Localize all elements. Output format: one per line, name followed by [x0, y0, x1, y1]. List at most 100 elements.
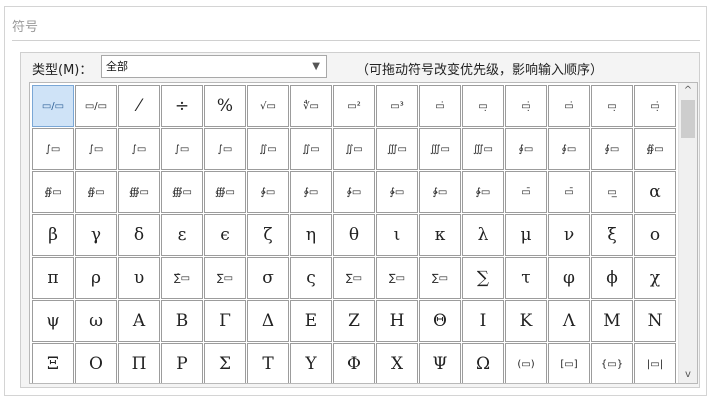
symbol-cell[interactable]: ∲▭ — [247, 171, 289, 213]
symbol-cell[interactable]: ∮▭ — [548, 128, 590, 170]
symbol-cell[interactable]: Κ — [505, 300, 547, 342]
symbol-cell[interactable]: ∰▭ — [161, 171, 203, 213]
symbol-cell[interactable]: ▭̣ — [462, 85, 504, 127]
symbol-cell[interactable]: ∫▭ — [32, 128, 74, 170]
symbol-cell[interactable]: π — [32, 257, 74, 299]
scroll-thumb[interactable] — [681, 100, 695, 138]
symbol-cell[interactable]: ϵ — [204, 214, 246, 256]
symbol-cell[interactable]: ▭̣̇ — [505, 85, 547, 127]
symbol-cell[interactable]: θ — [333, 214, 375, 256]
symbol-cell[interactable]: ▭̲ — [591, 171, 633, 213]
symbol-cell[interactable]: ϕ — [591, 257, 633, 299]
symbol-cell[interactable]: ⁄ — [118, 85, 160, 127]
symbol-cell[interactable]: ∮▭ — [505, 128, 547, 170]
symbol-cell[interactable]: ο — [634, 214, 676, 256]
symbol-cell[interactable]: {▭} — [591, 343, 633, 383]
symbol-cell[interactable]: ▭̣ — [591, 85, 633, 127]
symbol-cell[interactable]: ρ — [75, 257, 117, 299]
symbol-cell[interactable]: Ω — [462, 343, 504, 383]
symbol-cell[interactable]: ÷ — [161, 85, 203, 127]
symbol-cell[interactable]: Υ — [290, 343, 332, 383]
symbol-cell[interactable]: ∳▭ — [462, 171, 504, 213]
symbol-cell[interactable]: ▭̄ — [505, 171, 547, 213]
symbol-cell[interactable]: χ — [634, 257, 676, 299]
symbol-cell[interactable]: ∯▭ — [32, 171, 74, 213]
symbol-cell[interactable]: γ — [75, 214, 117, 256]
symbol-cell[interactable]: β — [32, 214, 74, 256]
symbol-cell[interactable]: τ — [505, 257, 547, 299]
symbol-cell[interactable]: ∫▭ — [161, 128, 203, 170]
symbol-cell[interactable]: ψ — [32, 300, 74, 342]
symbol-cell[interactable]: Η — [376, 300, 418, 342]
symbol-cell[interactable]: ∳▭ — [419, 171, 461, 213]
symbol-cell[interactable]: ▭̇ — [548, 85, 590, 127]
symbol-cell[interactable]: υ — [118, 257, 160, 299]
symbol-cell[interactable]: ι — [376, 214, 418, 256]
symbol-cell[interactable]: ▭̄ — [548, 171, 590, 213]
symbol-cell[interactable]: ∬▭ — [333, 128, 375, 170]
vertical-scrollbar[interactable]: ^ v — [678, 83, 697, 383]
scroll-up-icon[interactable]: ^ — [679, 83, 697, 99]
symbol-cell[interactable]: Ε — [290, 300, 332, 342]
symbol-cell[interactable]: Π — [118, 343, 160, 383]
symbol-cell[interactable]: λ — [462, 214, 504, 256]
symbol-cell[interactable]: Μ — [591, 300, 633, 342]
symbol-cell[interactable]: ▭/▭ — [75, 85, 117, 127]
symbol-cell[interactable]: ∯▭ — [75, 171, 117, 213]
symbol-cell[interactable]: ∭▭ — [419, 128, 461, 170]
symbol-cell[interactable]: ∜▭ — [290, 85, 332, 127]
symbol-cell[interactable]: ξ — [591, 214, 633, 256]
type-select[interactable]: 全部 ▼ — [101, 55, 327, 78]
symbol-cell[interactable]: Ν — [634, 300, 676, 342]
symbol-cell[interactable]: ▭̇ — [419, 85, 461, 127]
symbol-cell[interactable]: ▭/▭ — [32, 85, 74, 127]
symbol-cell[interactable]: Ζ — [333, 300, 375, 342]
symbol-cell[interactable]: Α — [118, 300, 160, 342]
symbol-cell[interactable]: ∲▭ — [333, 171, 375, 213]
symbol-cell[interactable]: Θ — [419, 300, 461, 342]
symbol-cell[interactable]: ∑▭ — [419, 257, 461, 299]
symbol-cell[interactable]: φ — [548, 257, 590, 299]
scroll-down-icon[interactable]: v — [679, 367, 697, 383]
symbol-cell[interactable]: ▭̣̇ — [634, 85, 676, 127]
symbol-cell[interactable]: ∭▭ — [376, 128, 418, 170]
symbol-cell[interactable]: ∰▭ — [204, 171, 246, 213]
symbol-cell[interactable]: Χ — [376, 343, 418, 383]
symbol-cell[interactable]: ∫▭ — [118, 128, 160, 170]
symbol-cell[interactable]: Φ — [333, 343, 375, 383]
symbol-cell[interactable]: ∑▭ — [376, 257, 418, 299]
symbol-cell[interactable]: ∑▭ — [333, 257, 375, 299]
symbol-cell[interactable]: ∰▭ — [118, 171, 160, 213]
symbol-cell[interactable]: ω — [75, 300, 117, 342]
symbol-cell[interactable]: ζ — [247, 214, 289, 256]
symbol-cell[interactable]: σ — [247, 257, 289, 299]
symbol-cell[interactable]: % — [204, 85, 246, 127]
symbol-cell[interactable]: Ι — [462, 300, 504, 342]
symbol-cell[interactable]: ▭³ — [376, 85, 418, 127]
symbol-cell[interactable]: ∯▭ — [634, 128, 676, 170]
symbol-cell[interactable]: ς — [290, 257, 332, 299]
symbol-cell[interactable]: ∑ — [462, 257, 504, 299]
symbol-cell[interactable]: ∬▭ — [247, 128, 289, 170]
symbol-cell[interactable]: √▭ — [247, 85, 289, 127]
symbol-cell[interactable]: Γ — [204, 300, 246, 342]
symbol-cell[interactable]: ν — [548, 214, 590, 256]
symbol-cell[interactable]: Δ — [247, 300, 289, 342]
symbol-cell[interactable]: [▭] — [548, 343, 590, 383]
symbol-cell[interactable]: Τ — [247, 343, 289, 383]
symbol-cell[interactable]: Ξ — [32, 343, 74, 383]
symbol-cell[interactable]: Λ — [548, 300, 590, 342]
symbol-cell[interactable]: ∭▭ — [462, 128, 504, 170]
symbol-cell[interactable]: ∲▭ — [290, 171, 332, 213]
symbol-cell[interactable]: μ — [505, 214, 547, 256]
symbol-cell[interactable]: δ — [118, 214, 160, 256]
symbol-cell[interactable]: ∳▭ — [376, 171, 418, 213]
symbol-cell[interactable]: ∮▭ — [591, 128, 633, 170]
symbol-cell[interactable]: (▭) — [505, 343, 547, 383]
symbol-cell[interactable]: Σ — [204, 343, 246, 383]
symbol-cell[interactable]: Ο — [75, 343, 117, 383]
symbol-cell[interactable]: Ψ — [419, 343, 461, 383]
symbol-cell[interactable]: |▭| — [634, 343, 676, 383]
symbol-cell[interactable]: ε — [161, 214, 203, 256]
symbol-cell[interactable]: ∫▭ — [75, 128, 117, 170]
